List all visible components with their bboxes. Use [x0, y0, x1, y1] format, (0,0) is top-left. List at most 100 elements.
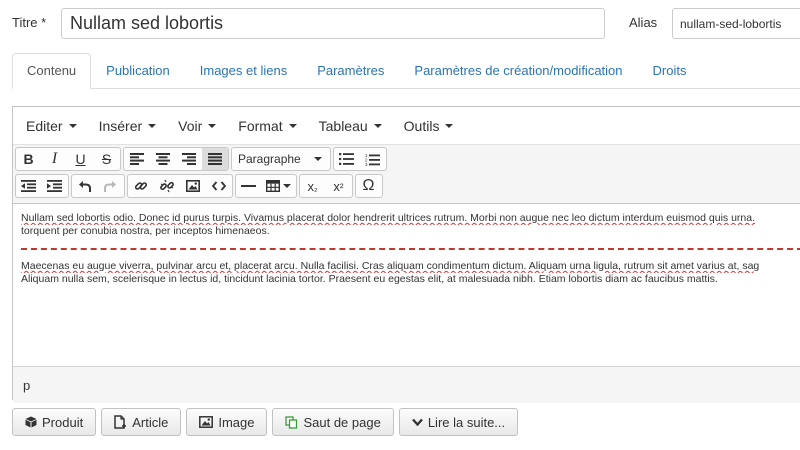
content-paragraph-1: Nullam sed lobortis odio. Donec id purus… [21, 212, 800, 225]
format-select-value: Paragraphe [238, 152, 301, 166]
title-input[interactable] [61, 8, 605, 39]
svg-text:3: 3 [365, 162, 368, 166]
lire-la-suite-button[interactable]: Lire la suite... [398, 408, 519, 436]
paragraph-1-line-2: torquent per conubia nostra, per incepto… [21, 225, 270, 237]
element-path[interactable]: p [23, 378, 30, 393]
rich-text-editor: Editer Insérer Voir Format Tableau Outil… [12, 106, 800, 403]
indent-group [15, 174, 69, 198]
subscript-button[interactable]: x₂ [300, 175, 326, 197]
insert-image-button[interactable] [180, 175, 206, 197]
bold-button[interactable]: B [16, 148, 42, 170]
menu-outils-label: Outils [403, 117, 440, 134]
redo-button[interactable] [98, 175, 124, 197]
tab-publication[interactable]: Publication [91, 53, 185, 89]
align-center-button[interactable] [150, 148, 176, 170]
tab-contenu[interactable]: Contenu [12, 53, 92, 89]
toolbar-row-2: x₂ x² Ω [15, 174, 800, 200]
caret-down-icon [445, 123, 454, 128]
menu-voir[interactable]: Voir [167, 118, 227, 134]
source-code-button[interactable] [206, 175, 232, 197]
caret-down-icon [288, 123, 297, 128]
editor-content[interactable]: Nullam sed lobortis odio. Donec id purus… [13, 204, 800, 366]
numbered-list-button[interactable]: 123 [360, 148, 386, 170]
produit-button[interactable]: Produit [12, 408, 97, 436]
horizontal-rule-button[interactable] [236, 175, 262, 197]
menu-format[interactable]: Format [227, 118, 307, 134]
tab-parametres-creation[interactable]: Paramètres de création/modification [399, 53, 637, 89]
editor-statusbar: p [13, 366, 800, 403]
strikethrough-icon: S [101, 151, 112, 167]
lire-la-suite-label: Lire la suite... [427, 414, 506, 430]
tab-parametres[interactable]: Paramètres [302, 53, 399, 89]
bullet-list-button[interactable] [334, 148, 360, 170]
editor-toolbars: B I U S Paragraphe 1 2 3 x₂ x² Ω [13, 145, 800, 204]
indent-button[interactable] [42, 175, 68, 197]
menu-tableau[interactable]: Tableau [308, 118, 393, 134]
tab-droits[interactable]: Droits [638, 53, 702, 89]
menu-inserer[interactable]: Insérer [88, 118, 168, 134]
remove-link-button[interactable] [154, 175, 180, 197]
align-right-icon [181, 153, 196, 165]
cube-icon [25, 416, 37, 428]
strikethrough-button[interactable]: S [94, 148, 120, 170]
caret-down-icon [208, 123, 217, 128]
menu-tableau-label: Tableau [318, 117, 368, 134]
omega-icon: Ω [362, 177, 375, 194]
alias-input[interactable] [672, 8, 800, 39]
alignment-group [123, 147, 229, 171]
outdent-button[interactable] [16, 175, 42, 197]
menu-outils[interactable]: Outils [393, 118, 465, 134]
content-paragraph-2: Maecenas eu augue viverra, pulvinar arcu… [21, 260, 800, 273]
underline-icon: U [75, 151, 86, 167]
caret-down-icon [283, 184, 291, 188]
format-select-group: Paragraphe [231, 147, 331, 171]
underline-button[interactable]: U [68, 148, 94, 170]
table-group [235, 174, 297, 198]
undo-button[interactable] [72, 175, 98, 197]
menu-format-label: Format [238, 117, 283, 134]
produit-label: Produit [42, 414, 84, 430]
align-left-button[interactable] [124, 148, 150, 170]
format-select[interactable]: Paragraphe [232, 148, 330, 170]
paragraph-2-line-2: Aliquam nulla sem, scelerisque in lectus… [21, 273, 718, 285]
caret-down-icon [373, 123, 382, 128]
image-icon [185, 180, 200, 192]
outdent-icon [21, 180, 36, 192]
toolbar-row-1: B I U S Paragraphe 1 2 3 [15, 147, 800, 173]
superscript-icon: x² [333, 179, 343, 194]
picture-icon [199, 416, 214, 428]
table-icon [266, 180, 280, 192]
redo-icon [104, 180, 116, 192]
paragraph-2-line-1: Maecenas eu augue viverra, pulvinar arcu… [21, 260, 760, 272]
page-break-marker [21, 248, 800, 250]
special-character-button[interactable]: Ω [356, 175, 382, 197]
content-paragraph-2-cont: Aliquam nulla sem, scelerisque in lectus… [21, 273, 800, 286]
menu-voir-label: Voir [178, 117, 203, 134]
link-icon [134, 182, 147, 190]
tab-images-et-liens[interactable]: Images et liens [185, 53, 302, 89]
insert-link-button[interactable] [128, 175, 154, 197]
align-justify-icon [207, 153, 222, 165]
title-row: Titre * Alias [0, 0, 800, 46]
menu-editer[interactable]: Editer [15, 118, 88, 134]
align-right-button[interactable] [176, 148, 202, 170]
editor-menubar: Editer Insérer Voir Format Tableau Outil… [13, 107, 800, 145]
paragraph-1-line-1: Nullam sed lobortis odio. Donec id purus… [21, 212, 756, 224]
table-button[interactable] [262, 175, 296, 197]
align-left-icon [129, 153, 144, 165]
unlink-icon [159, 179, 174, 193]
superscript-button[interactable]: x² [326, 175, 352, 197]
align-justify-button[interactable] [202, 148, 228, 170]
text-style-group: B I U S [15, 147, 121, 171]
menu-editer-label: Editer [26, 117, 63, 134]
insert-group [127, 174, 233, 198]
content-paragraph-1-cont: torquent per conubia nostra, per incepto… [21, 225, 800, 238]
article-button[interactable]: Article [101, 408, 182, 436]
italic-button[interactable]: I [42, 148, 68, 170]
image-button[interactable]: Image [186, 408, 268, 436]
script-group: x₂ x² [299, 174, 353, 198]
align-center-icon [155, 153, 170, 165]
saut-de-page-button[interactable]: Saut de page [272, 408, 394, 436]
saut-de-page-label: Saut de page [303, 414, 381, 430]
superscript-sup: ² [339, 181, 344, 194]
